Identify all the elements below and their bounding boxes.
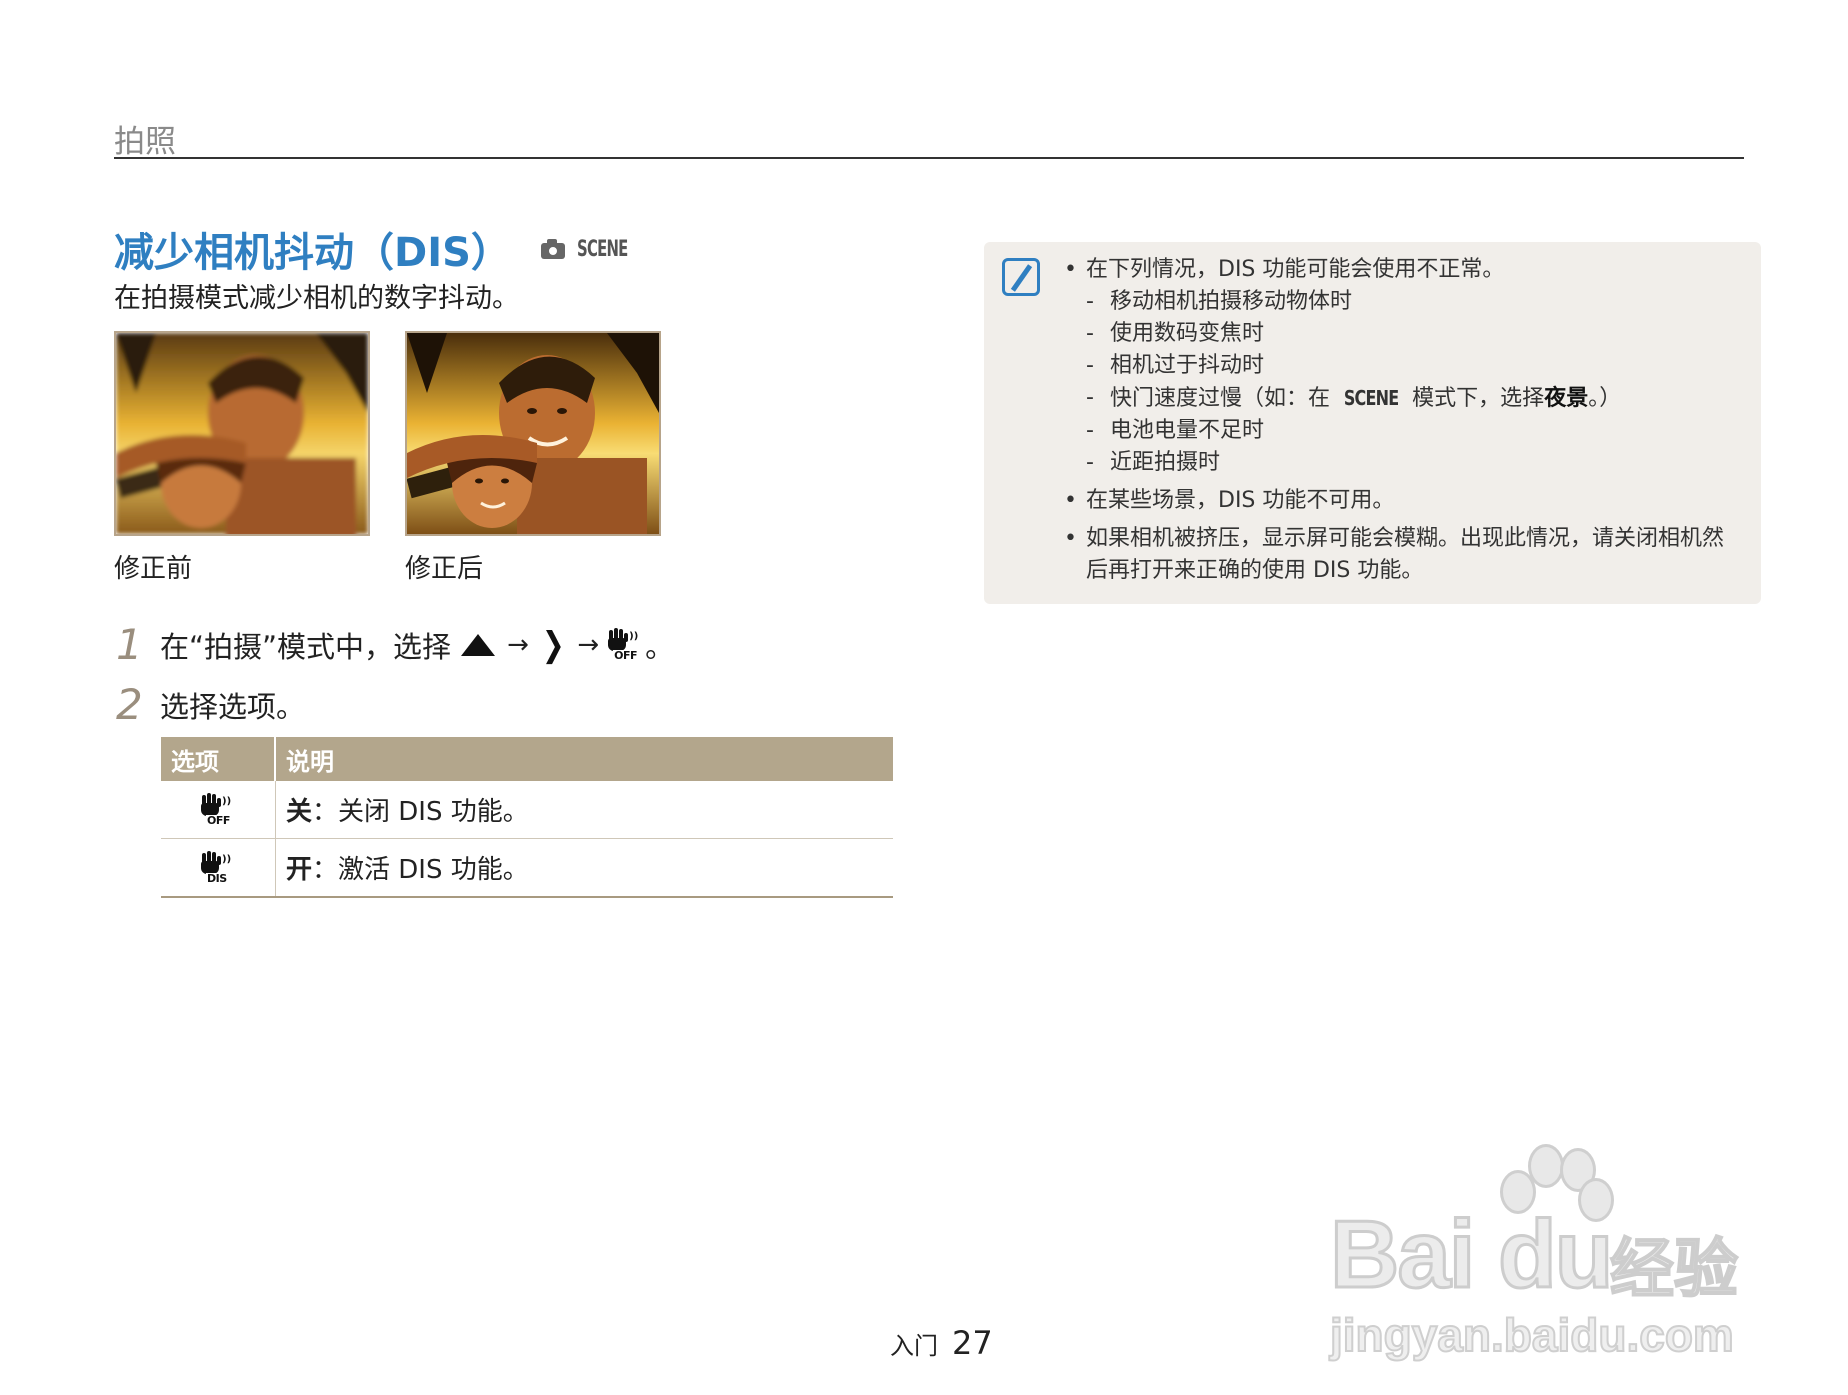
watermark-url: jingyan.baidu.com [1329,1308,1735,1362]
step-1-text: 在“拍摄”模式中，选择 → ❯ → )) OFF 。 [160,624,674,666]
note-bullet-2: 在某些场景，DIS 功能不可用。 [1064,485,1734,517]
scene-mode-icon: SCENE [576,236,628,262]
option-label: 开 [286,855,313,885]
note-sub-item: 移动相机拍摄移动物体时 [1064,286,1734,318]
dis-on-icon-tag: DIS [206,871,228,885]
scene-mode-icon: SCENE [1343,386,1399,410]
note-sub-item: 电池电量不足时 [1064,415,1734,447]
dis-off-icon: )) OFF [198,792,238,827]
section-label: 拍照 [114,124,176,160]
options-table: 选项 说明 )) OFF 关：关闭 DIS 功能。 )) DIS 开：激活 DI… [161,737,893,898]
step-2-text: 选择选项。 [160,690,306,724]
note-bullet-3: 如果相机被挤压，显示屏可能会模糊。出现此情况，请关闭相机然后再打开来正确的使用 … [1064,523,1734,587]
caption-after: 修正后 [405,554,484,584]
dis-off-icon: )) OFF [605,628,645,662]
note-list: 在下列情况，DIS 功能可能会使用不正常。 移动相机拍摄移动物体时 使用数码变焦… [1064,254,1734,587]
header-rule [114,157,1744,159]
up-arrow-icon [461,634,496,656]
step-1-prefix: 在“拍摄”模式中，选择 [160,630,452,664]
arrow-2: → [577,630,600,660]
watermark-cn: 经验 [1609,1232,1739,1308]
table-header: 选项 说明 [161,737,893,781]
caption-before: 修正前 [114,554,193,584]
photo-after [405,331,661,536]
step-number-1: 1 [116,620,143,669]
note-bullet-1: 在下列情况，DIS 功能可能会使用不正常。 [1064,254,1734,286]
note-pencil-icon [1002,258,1040,296]
camera-mode-icon [540,239,569,259]
note-sub-item-shutter: 快门速度过慢（如：在 SCENE 模式下，选择夜景。） [1064,382,1734,415]
note-sub-item: 使用数码变焦时 [1064,318,1734,350]
option-desc: ：关闭 DIS 功能。 [312,797,529,827]
header-description: 说明 [286,747,334,776]
table-row: )) DIS 开：激活 DIS 功能。 [161,839,893,898]
watermark-brand: Bai du [1328,1200,1614,1310]
option-desc: ：激活 DIS 功能。 [312,855,529,885]
step-1-end: 。 [645,630,675,664]
arrow-1: → [507,630,529,660]
note-box: 在下列情况，DIS 功能可能会使用不正常。 移动相机拍摄移动物体时 使用数码变焦… [984,242,1761,604]
note-sub-item: 近距拍摄时 [1064,447,1734,479]
page-number: 27 [952,1324,993,1362]
option-label: 关 [286,797,313,827]
title-row: 减少相机抖动（DIS） SCENE [114,220,644,278]
table-row: )) OFF 关：关闭 DIS 功能。 [161,781,893,839]
chevron-right-icon: ❯ [541,625,565,665]
dis-off-icon-tag: OFF [206,813,231,827]
dis-off-icon-tag: OFF [613,649,639,662]
page-footer: 入门 27 [890,1324,993,1362]
step-number-2: 2 [116,680,143,729]
baidu-watermark: Bai du 经验 jingyan.baidu.com [1328,1140,1760,1362]
photo-before [114,331,370,536]
page-title: 减少相机抖动（DIS） [114,230,511,276]
footer-section: 入门 [890,1332,938,1360]
header-option: 选项 [161,737,276,781]
dis-on-icon: )) DIS [198,850,238,885]
subtitle: 在拍摄模式减少相机的数字抖动。 [114,283,519,314]
note-sub-item: 相机过于抖动时 [1064,350,1734,382]
